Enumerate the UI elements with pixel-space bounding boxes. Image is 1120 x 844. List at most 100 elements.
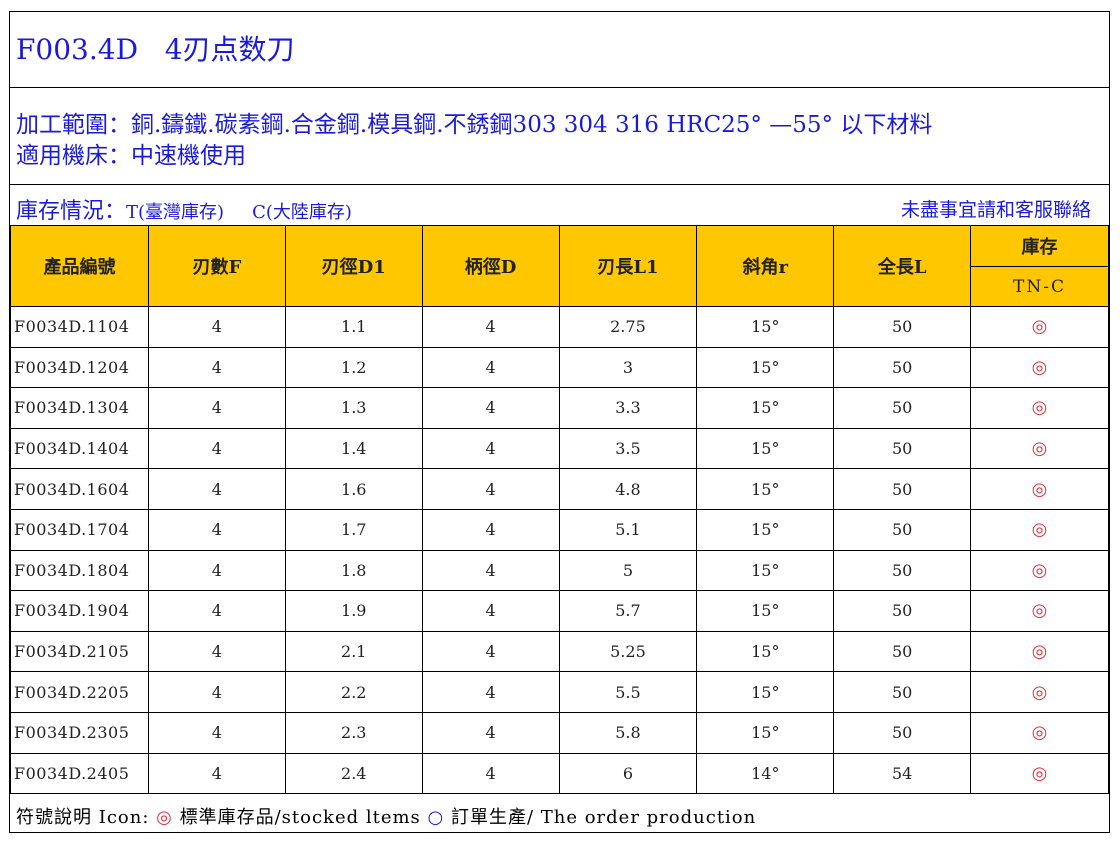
- cell-length: 50: [833, 306, 972, 348]
- cell-angle: 15°: [696, 468, 835, 510]
- cell-d: 4: [421, 346, 560, 389]
- table-row: F0034D.1704 4 1.7 4 5.1 15° 50 ◎: [10, 508, 1109, 551]
- cell-angle: 15°: [696, 590, 835, 632]
- cell-code: F0034D.1204: [10, 346, 149, 389]
- contact-note: 未盡事宜請和客服聯絡: [900, 199, 1091, 221]
- table-row: F0034D.1104 4 1.1 4 2.75 15° 50 ◎: [10, 306, 1109, 348]
- table-row: F0034D.1204 4 1.2 4 3 15° 50 ◎: [10, 346, 1109, 389]
- cell-l1: 6: [558, 752, 698, 795]
- scope-section: 加工範圍：銅.鑄鐵.碳素鋼.合金鋼.模具鋼.不銹鋼303 304 316 HRC…: [10, 88, 1109, 185]
- cell-length: 50: [833, 671, 972, 713]
- legend-order: 訂單生產/ The order production: [444, 807, 757, 828]
- cell-l1: 5.7: [558, 590, 698, 632]
- table-row: F0034D.1904 4 1.9 4 5.7 15° 50 ◎: [10, 590, 1109, 632]
- legend-bar: 符號說明 Icon: ◎ 標準庫存品/stocked ltems ○ 訂單生產/…: [10, 794, 1109, 832]
- cell-code: F0034D.2205: [10, 671, 149, 713]
- cell-stock: ◎: [970, 549, 1109, 592]
- cell-angle: 15°: [696, 711, 835, 754]
- cell-code: F0034D.1804: [10, 549, 149, 592]
- table-row: F0034D.2305 4 2.3 4 5.8 15° 50 ◎: [10, 711, 1109, 754]
- cell-d1: 2.2: [284, 671, 423, 713]
- cell-angle: 15°: [696, 306, 835, 348]
- cell-code: F0034D.1704: [10, 508, 149, 551]
- stock-status-bar: 庫存情況：T(臺灣庫存) C(大陸庫存) 未盡事宜請和客服聯絡: [10, 185, 1109, 226]
- cell-flutes: 4: [147, 671, 286, 713]
- header-flutes: 刃數F: [147, 225, 286, 307]
- table-row: F0034D.1604 4 1.6 4 4.8 15° 50 ◎: [10, 468, 1109, 510]
- cell-d1: 1.7: [284, 508, 423, 551]
- table-row: F0034D.2105 4 2.1 4 5.25 15° 50 ◎: [10, 630, 1109, 673]
- cell-stock: ◎: [970, 671, 1109, 713]
- cell-stock: ◎: [970, 427, 1109, 470]
- header-code: 產品編號: [10, 225, 149, 307]
- cell-length: 50: [833, 549, 972, 592]
- cell-flutes: 4: [147, 590, 286, 632]
- cell-code: F0034D.2105: [10, 630, 149, 673]
- header-l1: 刃長L1: [558, 225, 698, 307]
- cell-stock: ◎: [970, 508, 1109, 551]
- cell-d1: 1.6: [284, 468, 423, 510]
- cell-d: 4: [421, 711, 560, 754]
- cell-angle: 14°: [696, 752, 835, 795]
- stock-taiwan: T(臺灣庫存): [126, 202, 225, 223]
- legend-prefix: 符號說明 Icon:: [16, 807, 157, 828]
- cell-d: 4: [421, 508, 560, 551]
- header-angle: 斜角r: [696, 225, 835, 307]
- cell-stock: ◎: [970, 306, 1109, 348]
- header-d1: 刃徑D1: [284, 225, 423, 307]
- cell-flutes: 4: [147, 508, 286, 551]
- cell-d1: 1.8: [284, 549, 423, 592]
- cell-stock: ◎: [970, 387, 1109, 429]
- header-shank: 柄徑D: [421, 225, 560, 307]
- cell-d: 4: [421, 590, 560, 632]
- cell-d: 4: [421, 387, 560, 429]
- cell-d1: 2.4: [284, 752, 423, 795]
- cell-flutes: 4: [147, 346, 286, 389]
- cell-stock: ◎: [970, 590, 1109, 632]
- stock-status-label: 庫存情況：T(臺灣庫存) C(大陸庫存): [16, 193, 352, 225]
- stock-label-text: 庫存情況：: [16, 199, 127, 224]
- cell-d1: 2.3: [284, 711, 423, 754]
- stocked-mark-icon: ◎: [156, 807, 173, 828]
- cell-flutes: 4: [147, 387, 286, 429]
- cell-l1: 5: [558, 549, 698, 592]
- table-row: F0034D.2205 4 2.2 4 5.5 15° 50 ◎: [10, 671, 1109, 713]
- cell-angle: 15°: [696, 630, 835, 673]
- cell-code: F0034D.1604: [10, 468, 149, 510]
- cell-l1: 5.25: [558, 630, 698, 673]
- table-row: F0034D.1804 4 1.8 4 5 15° 50 ◎: [10, 549, 1109, 592]
- header-stock-sub: TN-C: [970, 266, 1109, 307]
- cell-l1: 3: [558, 346, 698, 389]
- cell-stock: ◎: [970, 346, 1109, 389]
- cell-code: F0034D.2305: [10, 711, 149, 754]
- cell-length: 50: [833, 508, 972, 551]
- cell-l1: 3.5: [558, 427, 698, 470]
- cell-code: F0034D.1104: [10, 306, 149, 348]
- cell-length: 50: [833, 711, 972, 754]
- cell-d1: 2.1: [284, 630, 423, 673]
- applicable-machine: 適用機床：中速機使用: [16, 143, 246, 169]
- cell-angle: 15°: [696, 387, 835, 429]
- stock-mainland: C(大陸庫存): [252, 202, 352, 223]
- order-mark-icon: ○: [427, 807, 445, 828]
- title-bar: F003.4D 4刃点数刀: [10, 12, 1109, 88]
- cell-d1: 1.9: [284, 590, 423, 632]
- cell-flutes: 4: [147, 427, 286, 470]
- cell-length: 50: [833, 427, 972, 470]
- product-table: 產品編號 刃數F 刃徑D1 柄徑D 刃長L1 斜角r 全長L 庫存 TN-C F…: [10, 225, 1109, 795]
- cell-angle: 15°: [696, 671, 835, 713]
- header-length: 全長L: [833, 225, 972, 307]
- cell-stock: ◎: [970, 752, 1109, 795]
- cell-d1: 1.4: [284, 427, 423, 470]
- table-row: F0034D.2405 4 2.4 4 6 14° 54 ◎: [10, 752, 1109, 795]
- cell-stock: ◎: [970, 711, 1109, 754]
- cell-l1: 2.75: [558, 306, 698, 348]
- cell-flutes: 4: [147, 711, 286, 754]
- legend-text: 符號說明 Icon: ◎ 標準庫存品/stocked ltems ○ 訂單生產/…: [16, 803, 756, 829]
- cell-code: F0034D.1404: [10, 427, 149, 470]
- cell-l1: 3.3: [558, 387, 698, 429]
- cell-angle: 15°: [696, 549, 835, 592]
- cell-flutes: 4: [147, 549, 286, 592]
- cell-d: 4: [421, 468, 560, 510]
- table-row: F0034D.1404 4 1.4 4 3.5 15° 50 ◎: [10, 427, 1109, 470]
